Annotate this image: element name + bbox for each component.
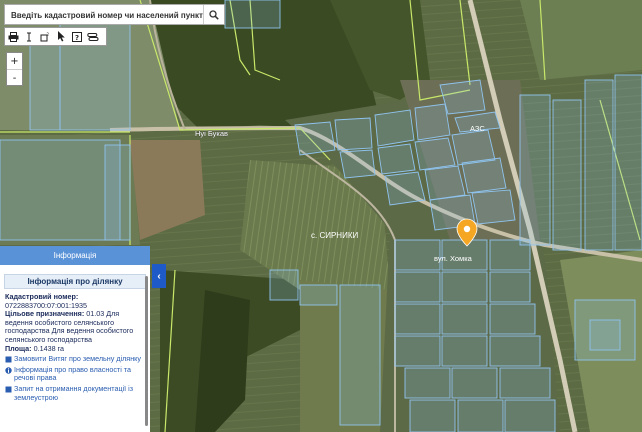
area-label: Площа: bbox=[5, 343, 32, 353]
chevron-left-icon: ‹ bbox=[157, 270, 161, 282]
search-icon bbox=[209, 9, 219, 20]
measure-distance-icon bbox=[27, 32, 31, 41]
info-panel: Інформація Інформація про ділянку Кадаст… bbox=[0, 246, 150, 432]
documentation-request-label: Запит на отримання документації із земле… bbox=[14, 383, 134, 402]
panel-subtitle: Інформація про ділянку bbox=[4, 274, 146, 289]
svg-text:2: 2 bbox=[46, 32, 49, 37]
document-request-icon bbox=[5, 386, 12, 393]
zoom-control: + - bbox=[6, 52, 23, 86]
print-button[interactable] bbox=[5, 28, 21, 45]
cadastral-label: Кадастровий номер: bbox=[5, 292, 79, 301]
search-box bbox=[4, 4, 225, 25]
layers-toggle-icon bbox=[87, 32, 99, 41]
road-label: Нуі Букав bbox=[195, 129, 228, 138]
panel-scrollbar[interactable] bbox=[145, 276, 148, 426]
info-icon bbox=[5, 367, 12, 374]
collapse-panel-button[interactable]: ‹ bbox=[152, 264, 166, 288]
zoom-out-button[interactable]: - bbox=[7, 70, 22, 86]
order-extract-link[interactable]: Замовити Витяг про земельну ділянку bbox=[5, 355, 141, 364]
documentation-request-link[interactable]: Запит на отримання документації із земле… bbox=[5, 383, 141, 402]
layers-toggle-button[interactable] bbox=[85, 28, 101, 45]
village-label: с. СИРНИКИ bbox=[311, 231, 358, 240]
zoom-in-button[interactable]: + bbox=[7, 53, 22, 70]
measure-distance-button[interactable] bbox=[21, 28, 37, 45]
street-label: вул. Хомка bbox=[434, 254, 473, 263]
measure-area-button[interactable]: 2 bbox=[37, 28, 53, 45]
order-extract-label: Замовити Витяг про земельну ділянку bbox=[14, 354, 141, 364]
help-button[interactable]: ? bbox=[69, 28, 85, 45]
svg-text:?: ? bbox=[75, 34, 79, 42]
ownership-info-label: Інформація про право власності та речові… bbox=[14, 364, 132, 383]
map-toolbar: 2 ? bbox=[4, 27, 107, 46]
area-value: 0.1438 га bbox=[33, 343, 65, 353]
print-icon bbox=[8, 31, 18, 42]
pointer-button[interactable] bbox=[53, 28, 69, 45]
document-icon bbox=[5, 356, 12, 363]
measure-area-icon: 2 bbox=[40, 32, 49, 41]
help-icon: ? bbox=[72, 31, 82, 42]
search-button[interactable] bbox=[203, 5, 224, 24]
ownership-info-link[interactable]: Інформація про право власності та речові… bbox=[5, 364, 141, 383]
search-input[interactable] bbox=[5, 6, 213, 25]
gas-station-label: АЗС bbox=[470, 124, 485, 133]
pointer-icon bbox=[57, 31, 65, 42]
parcel-info: Кадастровий номер: 0722883700:07:001:193… bbox=[0, 289, 150, 402]
panel-header: Інформація bbox=[0, 246, 150, 265]
